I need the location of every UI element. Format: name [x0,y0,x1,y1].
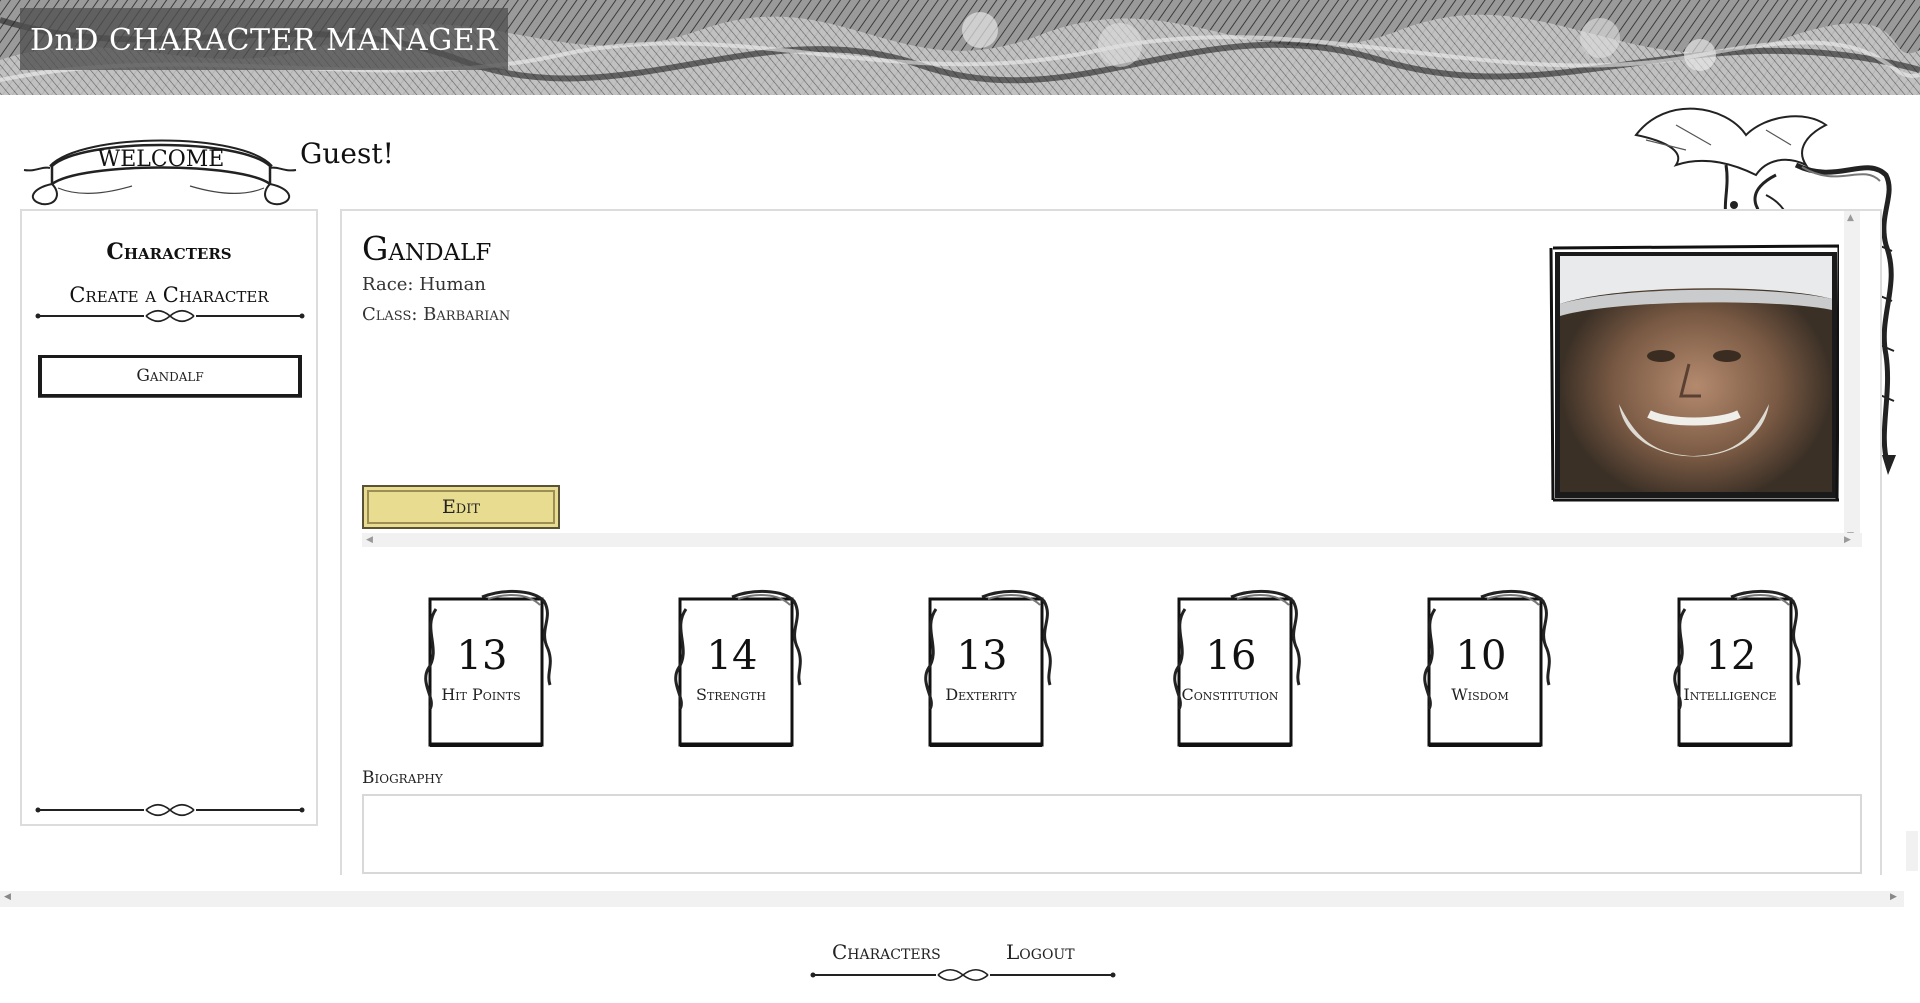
stat-card-wisdom: 10 Wisdom [1421,589,1555,747]
stat-value: 16 [1205,633,1257,679]
scroll-left-icon[interactable]: ◀ [366,533,373,547]
app-title[interactable]: DnD CHARACTER MANAGER [20,8,509,70]
divider-flourish-icon [810,968,1116,982]
footer-link-characters[interactable]: Characters [832,940,941,964]
stat-label: Dexterity [945,685,1017,704]
stat-label: Intelligence [1683,685,1777,704]
stat-card-hit-points: 13 Hit Points [422,589,556,747]
stat-card-strength: 14 Strength [672,589,806,747]
page-horizontal-scrollbar[interactable]: ◀ ▶ [0,891,1904,907]
footer-link-logout[interactable]: Logout [1006,940,1075,964]
stat-card-intelligence: 12 Intelligence [1671,589,1805,747]
character-detail-panel: Gandalf Race: Human Class: Barbarian Edi… [340,209,1882,875]
stat-label: Wisdom [1451,685,1509,704]
welcome-scroll-ribbon: WELCOME [23,139,297,206]
biography-field[interactable] [362,794,1862,874]
scroll-right-icon[interactable]: ▶ [1890,892,1897,902]
stat-card-constitution: 16 Constitution [1171,589,1305,747]
stat-value: 13 [956,633,1008,679]
scroll-up-icon[interactable]: ▲ [1847,213,1854,223]
stat-value: 14 [706,633,758,679]
sidebar-title: Characters [106,239,232,265]
detail-horizontal-scrollbar[interactable]: ◀ ▶ [362,533,1862,547]
biography-label: Biography [362,768,443,788]
stat-card-dexterity: 13 Dexterity [922,589,1056,747]
divider-flourish-icon [35,803,305,817]
characters-sidebar: Characters Create a Character Gandalf [20,209,318,826]
scroll-right-icon[interactable]: ▶ [1844,533,1851,547]
detail-vertical-scrollbar[interactable]: ▲ ▼ [1844,211,1860,547]
character-class: Class: Barbarian [362,304,511,325]
create-character-link[interactable]: Create a Character [22,283,316,307]
welcome-ribbon-text: WELCOME [98,147,225,172]
character-race: Race: Human [362,274,486,295]
stat-label: Strength [696,685,766,704]
welcome-username: Guest! [300,137,394,170]
divider-flourish-icon [35,309,305,323]
character-name: Gandalf [362,229,492,268]
page-vertical-scrollbar[interactable] [1904,95,1920,891]
character-portrait [1549,244,1841,502]
edit-button[interactable]: Edit [362,485,560,529]
stat-value: 13 [456,633,508,679]
scroll-left-icon[interactable]: ◀ [4,892,11,902]
page-scroll-thumb[interactable] [1906,831,1918,871]
stat-value: 12 [1705,633,1757,679]
stat-label: Constitution [1181,685,1279,704]
character-list-item[interactable]: Gandalf [38,355,302,397]
stat-label: Hit Points [441,685,521,704]
header-banner: DnD CHARACTER MANAGER [0,0,1920,95]
welcome-ribbon: WELCOME [22,126,298,210]
footer-nav: Characters Logout [808,940,1118,990]
stat-value: 10 [1455,633,1507,679]
